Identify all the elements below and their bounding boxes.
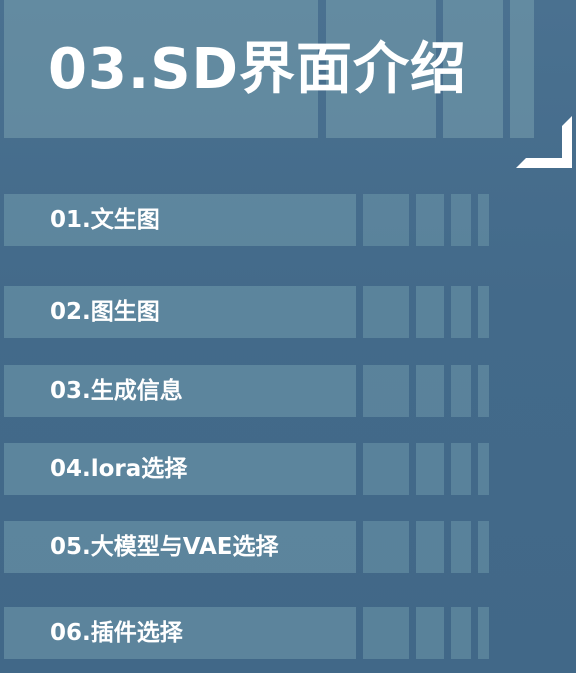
menu-item-label: 01.文生图 <box>50 207 160 233</box>
page-title: 03.SD界面介绍 <box>48 37 468 102</box>
menu-item-segment <box>363 365 409 417</box>
slide-background: 03.SD界面介绍 01.文生图 02.图生图 03.生成信息 04.lora选… <box>0 0 576 673</box>
menu-item-segment <box>478 286 489 338</box>
corner-arrow-icon <box>516 116 572 168</box>
menu-item-label: 03.生成信息 <box>50 378 183 404</box>
menu-item-generation-info[interactable]: 03.生成信息 <box>0 365 576 417</box>
menu-item-segment <box>416 365 444 417</box>
menu-item-segment <box>416 607 444 659</box>
menu-item-label: 02.图生图 <box>50 299 160 325</box>
menu-item-segment <box>451 521 471 573</box>
menu-item-model-vae-selection[interactable]: 05.大模型与VAE选择 <box>0 521 576 573</box>
menu-item-text-to-image[interactable]: 01.文生图 <box>0 194 576 246</box>
menu-item-segment <box>478 443 489 495</box>
menu-item-plugin-selection[interactable]: 06.插件选择 <box>0 607 576 659</box>
menu-item-segment <box>451 194 471 246</box>
menu-item-segment <box>416 521 444 573</box>
menu-item-segment <box>363 194 409 246</box>
menu-item-segment <box>363 443 409 495</box>
menu-item-lora-selection[interactable]: 04.lora选择 <box>0 443 576 495</box>
menu-item-label: 06.插件选择 <box>50 620 183 646</box>
menu-item-segment <box>451 607 471 659</box>
menu-item-segment <box>451 443 471 495</box>
menu-item-image-to-image[interactable]: 02.图生图 <box>0 286 576 338</box>
menu-item-label: 04.lora选择 <box>50 456 188 482</box>
menu-item-segment <box>478 521 489 573</box>
menu-item-segment <box>416 194 444 246</box>
menu-item-segment <box>363 286 409 338</box>
menu-item-segment <box>416 443 444 495</box>
menu-item-segment <box>478 607 489 659</box>
menu-item-label: 05.大模型与VAE选择 <box>50 534 279 560</box>
menu-item-segment <box>363 521 409 573</box>
menu-item-segment <box>478 365 489 417</box>
menu-item-segment <box>416 286 444 338</box>
menu-item-segment <box>363 607 409 659</box>
menu-item-segment <box>478 194 489 246</box>
menu-item-segment <box>451 286 471 338</box>
menu-item-segment <box>451 365 471 417</box>
